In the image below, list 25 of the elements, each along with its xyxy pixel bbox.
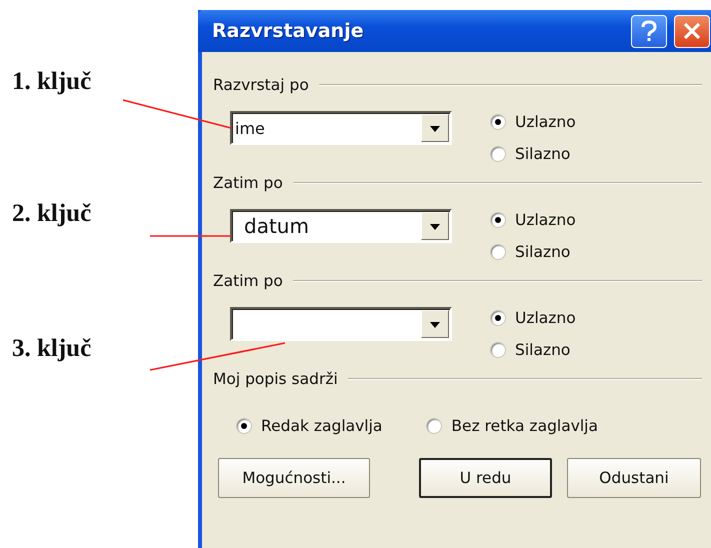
radio-option[interactable]: Redak zaglavlja [236,417,382,435]
annotation-label: 1. ključ [12,68,92,96]
help-button[interactable] [631,14,667,48]
radio-option[interactable]: Uzlazno [490,113,576,131]
group-label: Zatim po [213,174,284,192]
radio-option[interactable]: Uzlazno [490,211,576,229]
window-title: Razvrstavanje [211,20,364,42]
group-label: Razvrstaj po [213,76,310,94]
radio-option[interactable]: Silazno [490,341,576,359]
options-button[interactable]: Mogućnosti... [218,458,370,498]
annotation-label: 3. ključ [12,335,92,363]
dropdown-field[interactable]: ime [230,111,452,145]
radio-option[interactable]: Uzlazno [490,309,576,327]
close-icon [681,20,703,42]
annotation-label: 2. ključ [12,200,92,228]
group-label: Zatim po [213,272,284,290]
cancel-button[interactable]: Odustani [567,458,701,498]
radio-option[interactable]: Silazno [490,145,576,163]
dropdown-field[interactable] [230,307,452,341]
ok-button[interactable]: U redu [419,458,552,498]
radio-option[interactable]: Silazno [490,243,576,261]
group-label: Moj popis sadrži [213,370,339,388]
close-button[interactable] [674,14,710,48]
radio-option[interactable]: Bez retka zaglavlja [426,417,598,435]
dropdown-field[interactable]: datum [230,209,452,243]
